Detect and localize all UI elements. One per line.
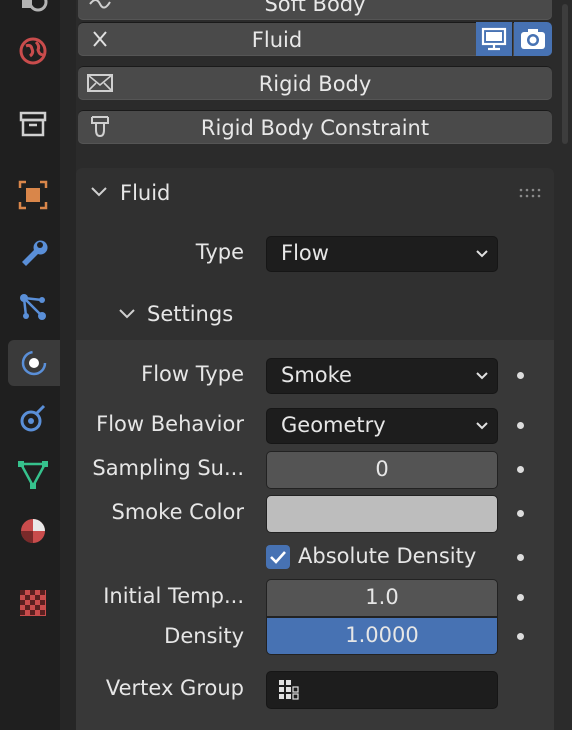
- rigid-body-constraint-label: Rigid Body Constraint: [200, 116, 430, 140]
- keyframe-dot[interactable]: [517, 594, 524, 601]
- particles-icon: [20, 294, 46, 320]
- chevron-down-icon: [476, 250, 488, 258]
- collection-icon: [19, 111, 47, 137]
- keyframe-dot[interactable]: [517, 422, 524, 429]
- initial-temperature-value: 1.0: [365, 585, 399, 609]
- sampling-substeps-label: Sampling Su...: [92, 456, 244, 480]
- world-icon: [19, 37, 47, 65]
- fluid-modifier-row[interactable]: Fluid: [78, 22, 552, 56]
- sidebar-gap: [60, 0, 76, 730]
- object-icon: [18, 180, 48, 210]
- density-label: Density: [164, 624, 244, 648]
- constraints-icon: [20, 404, 46, 432]
- chevron-down-icon: [476, 372, 488, 380]
- vertex-group-label: Vertex Group: [105, 676, 244, 700]
- properties-tab-sidebar: [0, 0, 60, 730]
- constraints-tab[interactable]: [8, 396, 58, 442]
- material-tab[interactable]: [8, 508, 58, 554]
- drag-handle-icon[interactable]: [518, 187, 542, 199]
- rigid-body-label: Rigid Body: [258, 72, 372, 96]
- keyframe-dot[interactable]: [517, 372, 524, 379]
- collection-tab[interactable]: [8, 101, 58, 147]
- scene-tab[interactable]: [8, 0, 58, 28]
- scene-icon: [22, 0, 48, 12]
- flow-type-label: Flow Type: [141, 362, 244, 386]
- scrollbar-thumb[interactable]: [562, 4, 568, 144]
- checkmark-icon: [270, 551, 286, 564]
- wrench-modifier-icon: [22, 240, 48, 266]
- density-field[interactable]: 1.0000: [266, 617, 498, 655]
- sampling-substeps-field[interactable]: 0: [266, 451, 498, 489]
- type-value: Flow: [281, 241, 329, 265]
- chevron-down-icon: [119, 309, 135, 319]
- flow-type-dropdown[interactable]: Smoke: [266, 358, 498, 394]
- material-icon: [21, 519, 45, 543]
- world-tab[interactable]: [8, 28, 58, 74]
- particles-tab[interactable]: [8, 284, 58, 330]
- keyframe-dot[interactable]: [517, 466, 524, 473]
- properties-content: Soft Body Fluid Rigid Body Rigid Body Co…: [76, 0, 558, 730]
- rigid-body-constraint-button[interactable]: Rigid Body Constraint: [78, 110, 552, 144]
- chevron-down-icon: [476, 422, 488, 430]
- flow-behavior-dropdown[interactable]: Geometry: [266, 408, 498, 444]
- monitor-icon: [481, 27, 507, 51]
- fluid-panel-header[interactable]: Fluid: [76, 168, 554, 218]
- fluid-panel: Fluid Type Flow Settings Flow Type Smoke…: [76, 168, 554, 730]
- show-viewport-toggle[interactable]: [476, 22, 513, 56]
- settings-title: Settings: [147, 302, 234, 326]
- flow-behavior-label: Flow Behavior: [96, 412, 244, 436]
- rigid-body-button[interactable]: Rigid Body: [78, 66, 552, 100]
- physics-tab[interactable]: [8, 340, 60, 386]
- keyframe-dot[interactable]: [517, 554, 524, 561]
- fluid-label: Fluid: [251, 28, 303, 52]
- flow-type-value: Smoke: [281, 363, 352, 387]
- absolute-density-checkbox[interactable]: [266, 545, 290, 569]
- density-value: 1.0000: [345, 623, 419, 647]
- fluid-panel-title: Fluid: [120, 181, 171, 205]
- keyframe-dot[interactable]: [517, 510, 524, 517]
- vertex-group-field[interactable]: [266, 671, 498, 709]
- soft-body-label: Soft Body: [264, 0, 366, 16]
- sampling-substeps-value: 0: [375, 457, 389, 481]
- object-data-mesh-icon: [18, 461, 48, 489]
- texture-tab[interactable]: [8, 580, 58, 626]
- keyframe-dot[interactable]: [517, 633, 524, 640]
- smoke-color-swatch[interactable]: [266, 495, 498, 533]
- chevron-down-icon: [91, 187, 107, 197]
- type-label: Type: [195, 240, 244, 264]
- settings-subpanel: Flow Type Smoke Flow Behavior Geometry S…: [76, 340, 554, 730]
- settings-subpanel-header[interactable]: Settings: [118, 302, 233, 326]
- modifier-tab[interactable]: [8, 228, 58, 274]
- initial-temperature-label: Initial Temp...: [103, 584, 244, 608]
- initial-temperature-field[interactable]: 1.0: [266, 579, 498, 617]
- object-tab[interactable]: [8, 172, 58, 218]
- show-render-toggle[interactable]: [514, 22, 552, 56]
- physics-icon: [21, 350, 47, 376]
- vertex-group-icon: [279, 680, 299, 700]
- object-data-tab[interactable]: [8, 452, 58, 498]
- soft-body-button[interactable]: Soft Body: [78, 0, 552, 20]
- smoke-color-label: Smoke Color: [111, 500, 244, 524]
- type-dropdown[interactable]: Flow: [266, 236, 498, 272]
- flow-behavior-value: Geometry: [281, 413, 386, 437]
- camera-icon: [521, 29, 545, 49]
- texture-icon: [20, 590, 46, 616]
- absolute-density-label[interactable]: Absolute Density: [298, 544, 476, 568]
